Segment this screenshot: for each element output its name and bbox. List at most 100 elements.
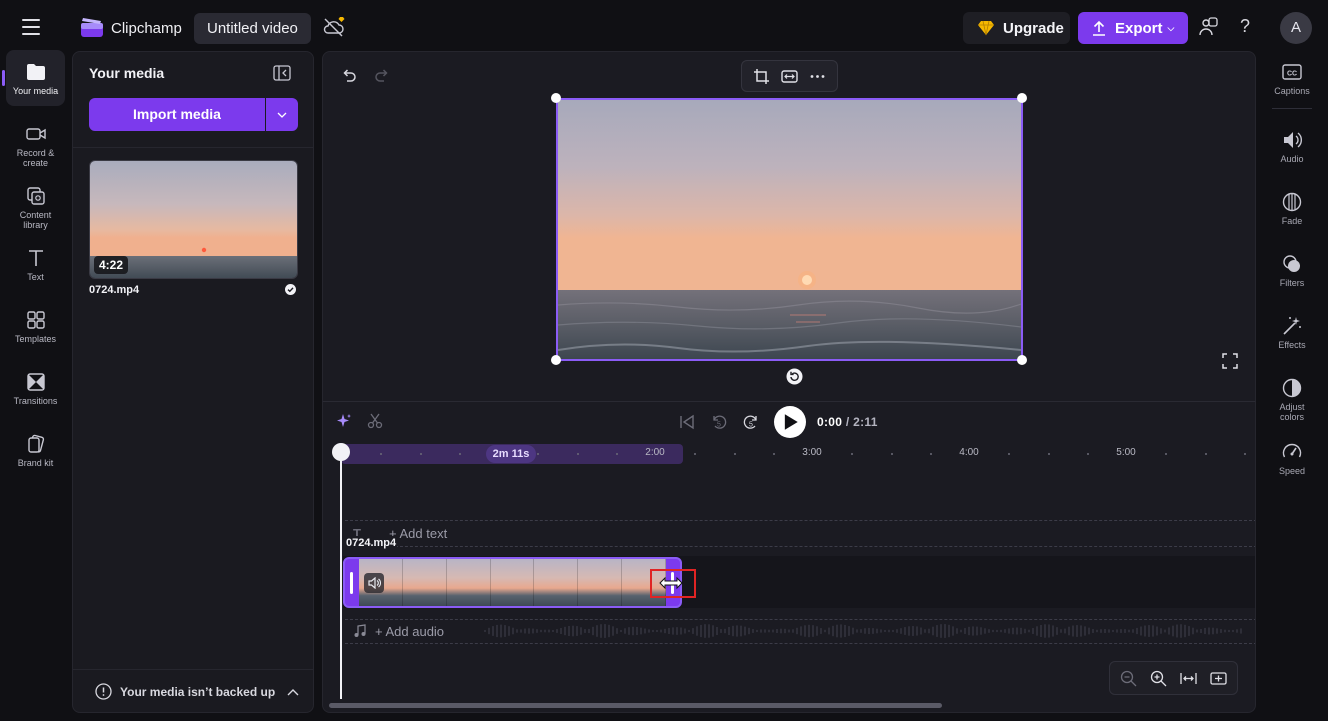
chevron-down-icon: ⌵ — [1167, 22, 1175, 33]
add-text-button[interactable]: + Add text — [389, 526, 447, 541]
waveform-bar — [932, 626, 934, 636]
scissors-icon[interactable] — [367, 413, 383, 429]
import-media-button[interactable]: Import media — [89, 98, 265, 131]
waveform-bar — [1000, 629, 1002, 633]
collapse-panel-icon[interactable] — [273, 65, 291, 81]
waveform-bar — [816, 626, 818, 636]
clip-name: 0724.mp4 — [345, 536, 398, 550]
resize-handle[interactable] — [1017, 355, 1027, 365]
sidebar-item-filters[interactable]: Filters — [1262, 244, 1322, 302]
clip-trim-handle-left[interactable] — [350, 572, 353, 594]
waveform-bar — [1212, 627, 1214, 635]
menu-icon[interactable] — [22, 19, 40, 35]
sparkle-icon[interactable] — [336, 413, 352, 429]
sidebar-item-text[interactable]: Text — [6, 236, 65, 292]
waveform-bar — [1168, 627, 1170, 635]
sidebar-item-label: Audio — [1280, 154, 1304, 164]
waveform-bar — [700, 624, 702, 638]
sidebar-item-speed[interactable]: Speed — [1262, 432, 1322, 490]
waveform-bar — [996, 629, 998, 633]
crop-icon[interactable] — [753, 68, 770, 85]
waveform-bar — [1216, 628, 1218, 634]
clipchamp-logo-icon — [81, 18, 103, 37]
waveform-bar — [940, 624, 942, 638]
waveform-bar — [1228, 629, 1230, 633]
zoom-in-icon[interactable] — [1150, 670, 1167, 687]
sidebar-item-brand-kit[interactable]: Brand kit — [6, 422, 65, 478]
waveform-bar — [1040, 624, 1042, 638]
waveform-bar — [776, 628, 778, 634]
resize-handle[interactable] — [1017, 93, 1027, 103]
cloud-off-premium-icon[interactable] — [322, 16, 346, 38]
project-title[interactable]: Untitled video — [194, 13, 311, 44]
waveform-bar — [880, 629, 882, 633]
playhead-handle[interactable] — [332, 443, 350, 461]
sidebar-item-audio[interactable]: Audio — [1262, 120, 1322, 178]
waveform-bar — [980, 627, 982, 635]
waveform-bar — [1008, 628, 1010, 634]
sidebar-item-templates[interactable]: Templates — [6, 298, 65, 354]
waveform-bar — [1188, 626, 1190, 636]
video-preview[interactable] — [556, 98, 1023, 361]
waveform-bar — [628, 627, 630, 635]
fullscreen-icon[interactable] — [1222, 353, 1238, 369]
play-button[interactable] — [774, 406, 806, 438]
waveform-bar — [916, 626, 918, 636]
sidebar-item-transitions[interactable]: Transitions — [6, 360, 65, 416]
ruler-tick — [576, 453, 579, 455]
redo-icon[interactable] — [373, 66, 391, 84]
waveform-bar — [516, 629, 518, 633]
sidebar-item-fade[interactable]: Fade — [1262, 182, 1322, 240]
waveform-bar — [820, 628, 822, 634]
total-time: / 2:11 — [845, 415, 878, 429]
rotate-icon[interactable] — [786, 368, 803, 385]
sidebar-item-content-library[interactable]: Content library — [6, 174, 65, 230]
rewind-5-icon[interactable]: 5 — [710, 413, 728, 431]
waveform-bar — [600, 624, 602, 638]
import-options-button[interactable] — [266, 98, 298, 131]
sidebar-item-effects[interactable]: Effects — [1262, 306, 1322, 364]
add-track-icon[interactable] — [1209, 670, 1227, 687]
sidebar-item-your-media[interactable]: Your media — [2, 50, 65, 106]
zoom-out-icon[interactable] — [1120, 670, 1137, 687]
sidebar-item-record-create[interactable]: Record & create — [6, 112, 65, 168]
backup-notice[interactable]: Your media isn’t backed up — [95, 683, 299, 700]
help-icon[interactable]: ? — [1240, 16, 1250, 37]
timeline-scrollbar[interactable] — [329, 703, 942, 708]
panel-title: Your media — [89, 65, 165, 81]
waveform-bar — [1140, 626, 1142, 636]
playhead-line[interactable] — [340, 459, 342, 699]
export-button[interactable]: Export ⌵ — [1078, 12, 1188, 44]
waveform-bar — [1156, 626, 1158, 636]
upgrade-button[interactable]: Upgrade — [963, 12, 1070, 44]
video-clip[interactable] — [343, 557, 682, 608]
skip-to-start-icon[interactable] — [678, 413, 696, 431]
add-audio-button[interactable]: + Add audio — [375, 624, 444, 639]
sidebar-item-captions[interactable]: CC Captions — [1262, 52, 1322, 110]
fit-timeline-icon[interactable] — [1180, 670, 1197, 687]
waveform-bar — [504, 625, 506, 637]
share-icon[interactable] — [1198, 17, 1218, 39]
fit-icon[interactable] — [781, 68, 798, 85]
media-thumbnail[interactable]: 4:22 — [89, 160, 298, 279]
waveform-bar — [672, 627, 674, 635]
undo-icon[interactable] — [340, 66, 358, 84]
resize-handle[interactable] — [551, 93, 561, 103]
avatar[interactable]: A — [1280, 12, 1312, 44]
ruler-tick-label: 5:00 — [1116, 447, 1136, 458]
waveform-bar — [540, 629, 542, 633]
waveform-bar — [496, 624, 498, 638]
sidebar-item-adjust-colors[interactable]: Adjust colors — [1262, 368, 1322, 426]
waveform-bar — [656, 629, 658, 633]
brand-name: Clipchamp — [111, 20, 182, 37]
resize-handle[interactable] — [551, 355, 561, 365]
waveform-bar — [1020, 627, 1022, 635]
svg-text:5: 5 — [749, 422, 753, 429]
clip-volume-icon[interactable] — [364, 573, 384, 593]
waveform-bar — [664, 628, 666, 634]
waveform-bar — [724, 628, 726, 634]
ruler-tick — [1008, 453, 1011, 455]
forward-5-icon[interactable]: 5 — [742, 413, 760, 431]
sidebar-item-label: Filters — [1279, 278, 1305, 288]
more-icon[interactable] — [809, 68, 826, 85]
